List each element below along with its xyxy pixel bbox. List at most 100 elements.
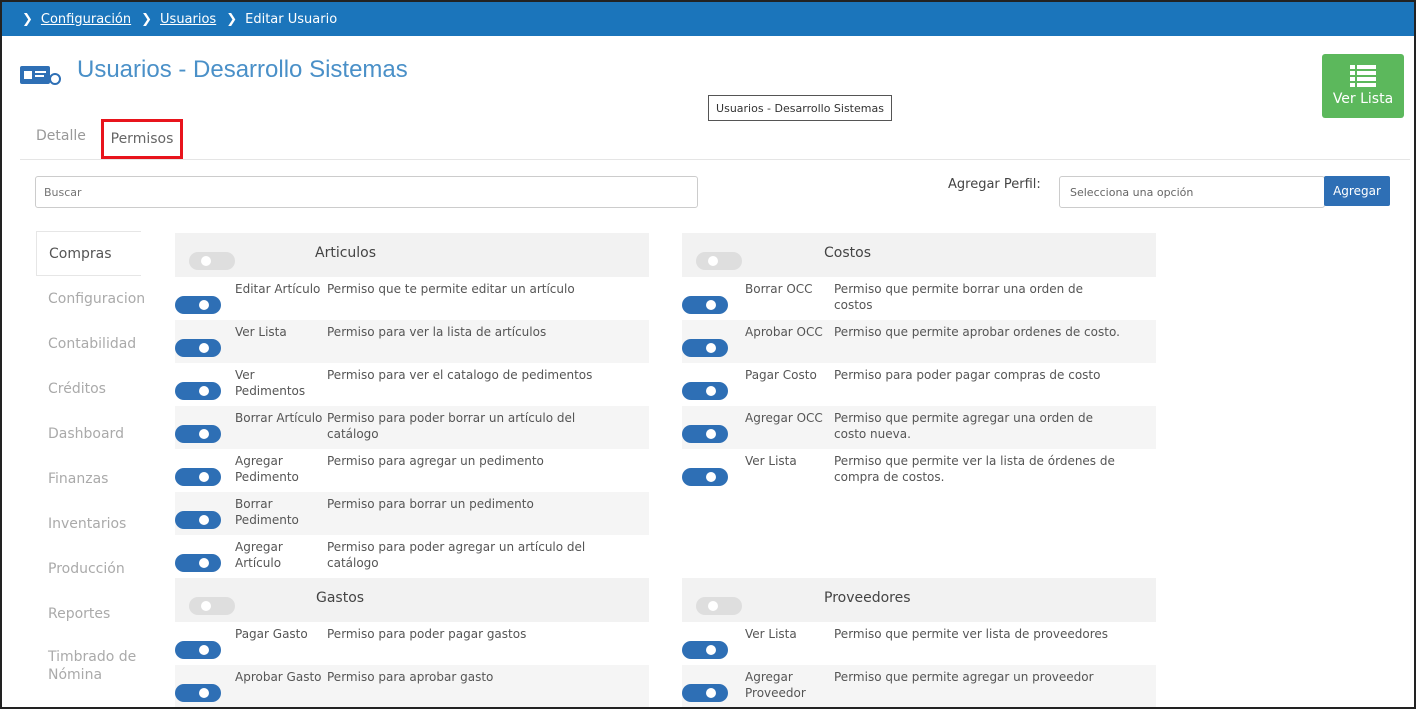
permission-toggle[interactable] (682, 641, 728, 659)
sidebar-item-configuracion[interactable]: Configuracion (36, 276, 145, 321)
permission-description: Permiso que permite agregar un proveedor (834, 670, 1094, 684)
permission-description: Permiso para poder borrar un artículo de… (327, 411, 576, 441)
permission-name: Borrar Artículo (235, 411, 323, 425)
breadcrumb-link-configuracion[interactable]: Configuración (41, 12, 131, 27)
permission-toggle[interactable] (682, 382, 728, 400)
tab-permisos[interactable]: Permisos (101, 119, 183, 159)
permission-description: Permiso para borrar un pedimento (327, 497, 534, 511)
panel-costos: Costos Borrar OCC Permiso que permite bo… (682, 233, 1156, 492)
permission-row: Agregar Pedimento Permiso para agregar u… (175, 449, 649, 492)
permission-name: Pagar Costo (745, 368, 817, 382)
panel-title: Costos (824, 245, 871, 261)
ver-lista-button[interactable]: Ver Lista (1322, 54, 1404, 118)
permission-row: Pagar Costo Permiso para poder pagar com… (682, 363, 1156, 406)
agregar-button[interactable]: Agregar (1324, 176, 1390, 206)
permission-toggle[interactable] (175, 511, 221, 529)
permission-row: Ver Lista Permiso que permite ver lista … (682, 622, 1156, 665)
search-input[interactable] (35, 176, 698, 208)
permission-toggle[interactable] (682, 339, 728, 357)
chevron-right-icon: ❯ (141, 11, 153, 27)
permission-name: Aprobar Gasto (235, 670, 322, 684)
group-toggle-costos[interactable] (696, 252, 742, 270)
ver-lista-label: Ver Lista (1332, 91, 1394, 107)
permission-toggle[interactable] (175, 641, 221, 659)
permission-description: Permiso para ver el catalogo de pediment… (327, 368, 593, 382)
sidebar-item-creditos[interactable]: Créditos (36, 366, 141, 411)
panel-title: Articulos (315, 245, 377, 261)
permission-toggle[interactable] (175, 296, 221, 314)
permission-row: Borrar OCC Permiso que permite borrar un… (682, 277, 1156, 320)
breadcrumb: ❯ Configuración ❯ Usuarios ❯ Editar Usua… (2, 2, 1414, 36)
sidebar-item-contabilidad[interactable]: Contabilidad (36, 321, 141, 366)
permission-row: Pagar Gasto Permiso para poder pagar gas… (175, 622, 649, 665)
permission-toggle[interactable] (175, 684, 221, 702)
permission-description: Permiso para poder pagar compras de cost… (834, 368, 1101, 382)
sidebar-item-timbrado-nomina[interactable]: Timbrado de Nómina (36, 636, 141, 696)
permission-name: Borrar OCC (745, 282, 813, 296)
permission-description: Permiso para aprobar gasto (327, 670, 494, 684)
group-toggle-proveedores[interactable] (696, 597, 742, 615)
permission-row: Agregar Artículo Permiso para poder agre… (175, 535, 649, 578)
permission-row: Aprobar OCC Permiso que permite aprobar … (682, 320, 1156, 363)
permission-row: Editar Artículo Permiso que te permite e… (175, 277, 649, 320)
panel-header: Proveedores (682, 578, 1156, 622)
sidebar-item-dashboard[interactable]: Dashboard (36, 411, 141, 456)
module-sidebar: Compras Configuracion Contabilidad Crédi… (36, 231, 145, 696)
permission-description: Permiso que permite ver lista de proveed… (834, 627, 1109, 641)
sidebar-item-finanzas[interactable]: Finanzas (36, 456, 141, 501)
title-tooltip: Usuarios - Desarrollo Sistemas (708, 95, 892, 121)
panel-gastos: Gastos Pagar Gasto Permiso para poder pa… (175, 578, 649, 707)
permission-description: Permiso para agregar un pedimento (327, 454, 544, 468)
breadcrumb-link-usuarios[interactable]: Usuarios (160, 12, 216, 27)
permission-name: Ver Lista (235, 325, 287, 339)
panel-header: Gastos (175, 578, 649, 622)
permission-name: Agregar OCC (745, 411, 823, 425)
panel-articulos: Articulos Editar Artículo Permiso que te… (175, 233, 649, 578)
panel-header: Articulos (175, 233, 649, 277)
permission-name: Ver Lista (745, 627, 797, 641)
permission-row: Ver Lista Permiso que permite ver la lis… (682, 449, 1156, 492)
chevron-right-icon: ❯ (226, 11, 238, 27)
permission-row: Aprobar Gasto Permiso para aprobar gasto (175, 665, 649, 707)
permission-toggle[interactable] (175, 425, 221, 443)
permission-toggle[interactable] (175, 554, 221, 572)
permission-name: Agregar Artículo (235, 540, 283, 570)
permission-toggle[interactable] (175, 468, 221, 486)
permission-name: Aprobar OCC (745, 325, 823, 339)
sidebar-item-inventarios[interactable]: Inventarios (36, 501, 141, 546)
panel-title: Proveedores (824, 590, 911, 606)
sidebar-item-reportes[interactable]: Reportes (36, 591, 141, 636)
sidebar-item-compras[interactable]: Compras (36, 231, 141, 276)
tab-divider (20, 159, 1410, 160)
sidebar-item-produccion[interactable]: Producción (36, 546, 141, 591)
permission-toggle[interactable] (175, 382, 221, 400)
permission-row: Ver Lista Permiso para ver la lista de a… (175, 320, 649, 363)
permission-toggle[interactable] (682, 425, 728, 443)
panel-title: Gastos (316, 590, 365, 606)
permission-row: Borrar Pedimento Permiso para borrar un … (175, 492, 649, 535)
tab-detalle[interactable]: Detalle (36, 128, 86, 144)
group-toggle-gastos[interactable] (189, 597, 235, 615)
permission-toggle[interactable] (682, 296, 728, 314)
page-title: Usuarios - Desarrollo Sistemas (77, 56, 408, 83)
perfil-label: Agregar Perfil: (948, 177, 1041, 192)
permission-row: Borrar Artículo Permiso para poder borra… (175, 406, 649, 449)
permission-description: Permiso para poder pagar gastos (327, 627, 527, 641)
permission-name: Agregar Pedimento (235, 454, 299, 484)
permission-row: Agregar OCC Permiso que permite agregar … (682, 406, 1156, 449)
group-toggle-articulos[interactable] (189, 252, 235, 270)
permission-toggle[interactable] (682, 468, 728, 486)
permission-description: Permiso que permite ver la lista de órde… (834, 454, 1115, 484)
permission-name: Ver Lista (745, 454, 797, 468)
breadcrumb-current: Editar Usuario (245, 11, 338, 27)
perfil-select[interactable]: Selecciona una opción (1059, 176, 1325, 208)
permission-toggle[interactable] (682, 684, 728, 702)
permission-row: Ver Pedimentos Permiso para ver el catal… (175, 363, 649, 406)
list-icon (1350, 65, 1376, 87)
user-card-icon (20, 66, 61, 85)
permission-name: Editar Artículo (235, 282, 321, 296)
permission-row: Agregar Proveedor Permiso que permite ag… (682, 665, 1156, 707)
permission-name: Ver Pedimentos (235, 368, 306, 398)
permission-description: Permiso que permite agregar una orden de… (834, 411, 1094, 441)
permission-toggle[interactable] (175, 339, 221, 357)
